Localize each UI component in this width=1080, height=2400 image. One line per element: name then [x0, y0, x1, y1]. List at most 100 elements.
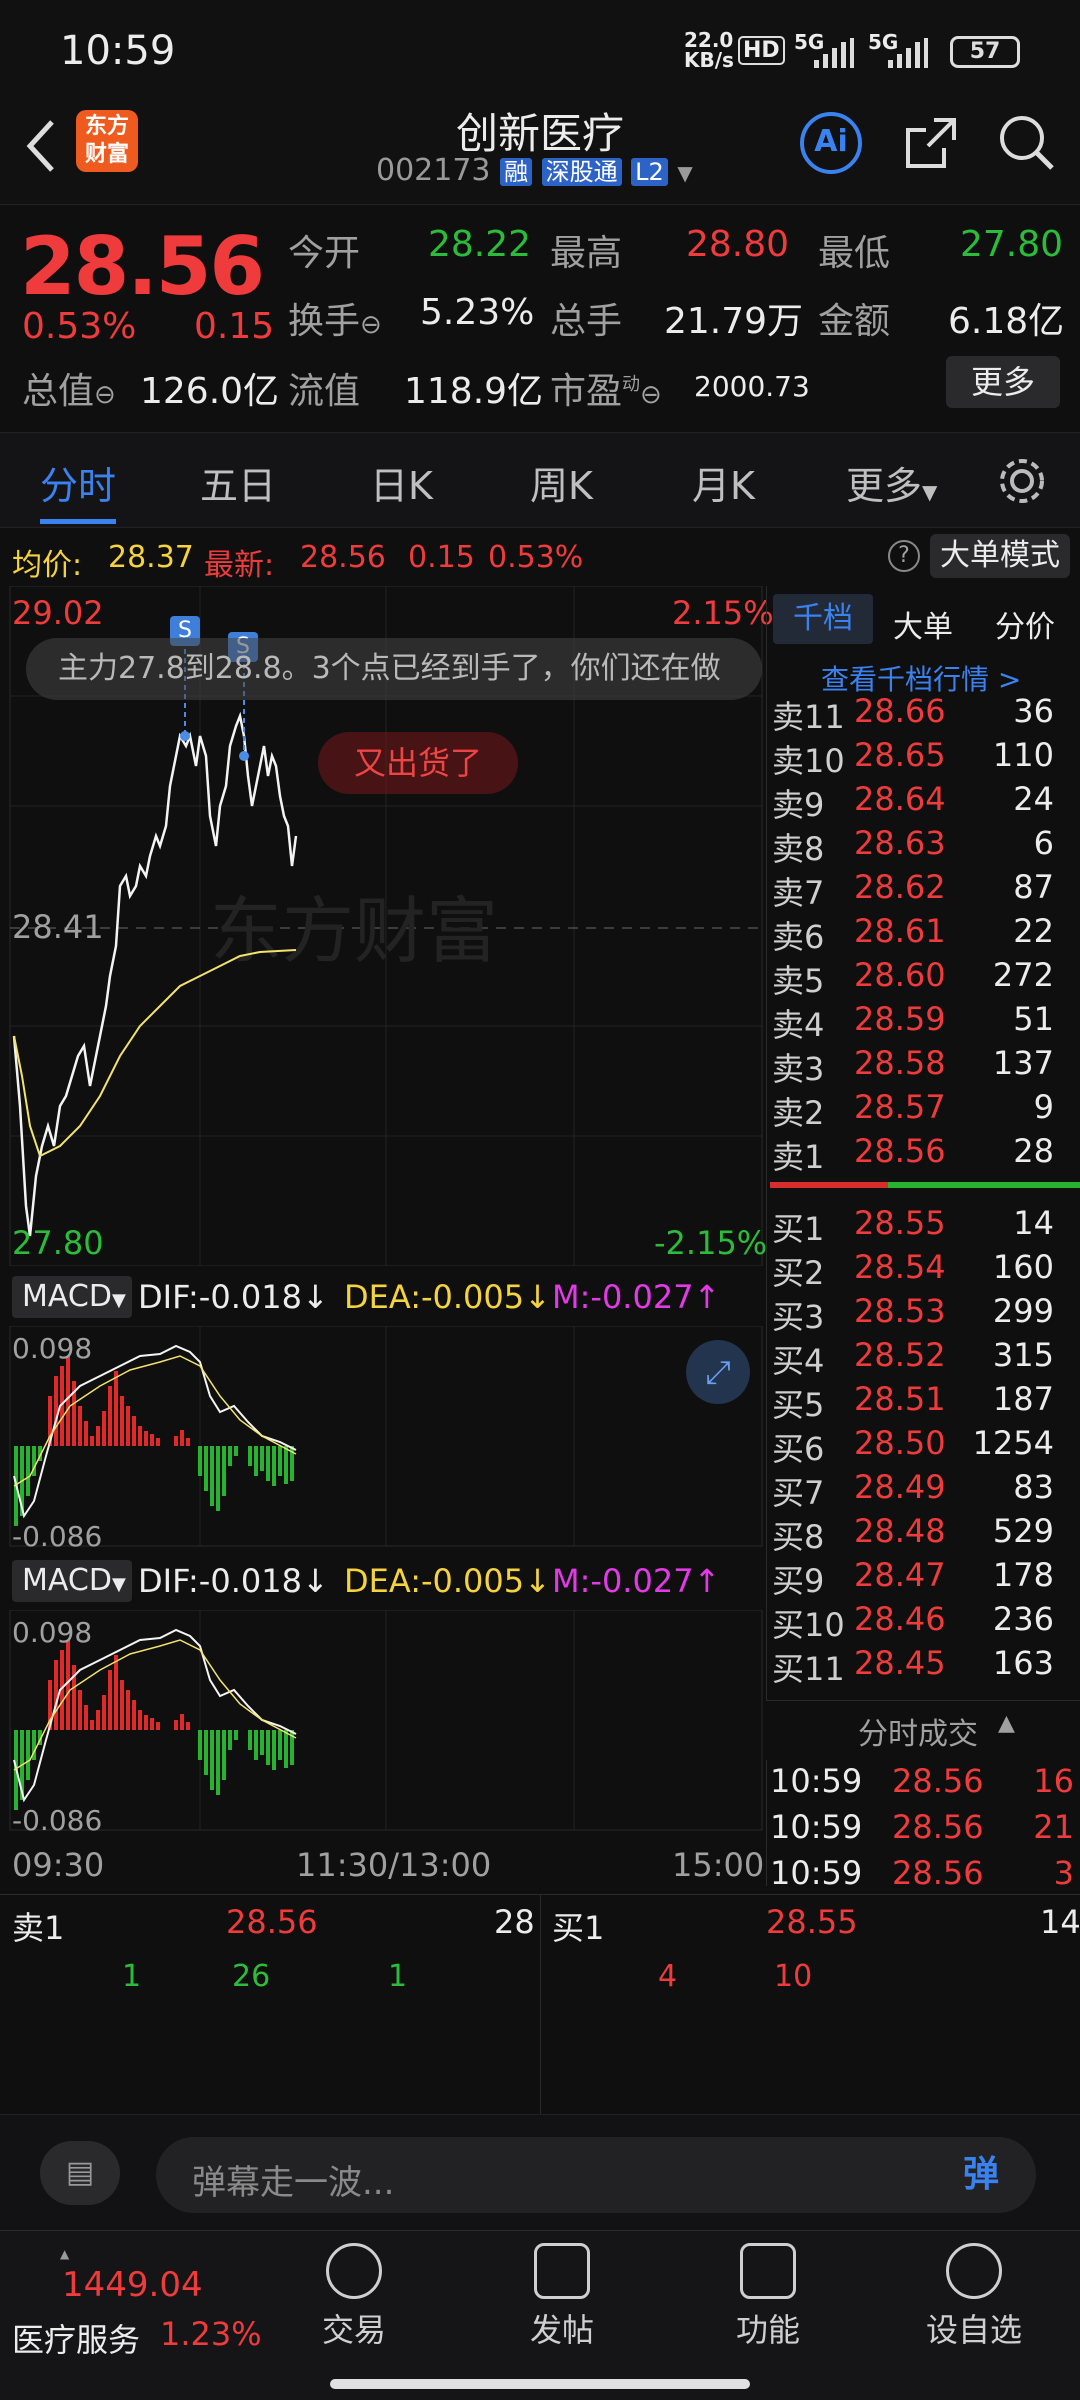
- danmu-bubble[interactable]: 又出货了: [318, 732, 518, 794]
- comment-input[interactable]: 弹幕走一波... 弹: [156, 2137, 1036, 2213]
- low-label: 最低: [818, 233, 891, 274]
- bid-volume: 236: [992, 1600, 1054, 1638]
- bid-row[interactable]: 买11 28.45 163: [768, 1644, 1080, 1688]
- time-mid: 11:30/13:00: [296, 1846, 492, 1884]
- expand-icon[interactable]: ⤢: [686, 1340, 750, 1404]
- macd-selector-1[interactable]: MACD▼: [12, 1276, 132, 1318]
- macd-selector-2[interactable]: MACD▼: [12, 1560, 132, 1602]
- macd-svg-2: [9, 1610, 763, 1831]
- danmu-toggle-icon[interactable]: ▤: [40, 2141, 120, 2205]
- ask-row[interactable]: 卖4 28.59 51: [768, 1000, 1080, 1044]
- ai-icon[interactable]: Ai: [800, 112, 862, 174]
- bid-row[interactable]: 买3 28.53 299: [768, 1292, 1080, 1336]
- trades-header[interactable]: 分时成交 ▲: [766, 1700, 1080, 1760]
- ask-row[interactable]: 卖2 28.57 9: [768, 1088, 1080, 1132]
- tab-price-dist[interactable]: 分价: [995, 602, 1055, 646]
- ask-volume: 9: [1033, 1088, 1054, 1126]
- status-bar: 10:59 22.0 KB/s HD 5G 5G 57: [0, 0, 1080, 100]
- bid-volume: 1254: [972, 1424, 1054, 1462]
- ask-row[interactable]: 卖7 28.62 87: [768, 868, 1080, 912]
- trade-time: 10:59: [770, 1854, 863, 1892]
- chart-bottom-price: 27.80: [12, 1224, 104, 1262]
- volume-label: 总手: [550, 301, 623, 342]
- more-button[interactable]: 更多: [946, 356, 1060, 408]
- settings-icon[interactable]: [996, 455, 1048, 507]
- trade-volume: 16: [1033, 1762, 1074, 1800]
- avg-value: 28.37: [108, 540, 194, 575]
- ask-level: 卖6: [772, 918, 825, 956]
- ask-row[interactable]: 卖5 28.60 272: [768, 956, 1080, 1000]
- bid-row[interactable]: 买1 28.55 14: [768, 1204, 1080, 1248]
- bid-row[interactable]: 买9 28.47 178: [768, 1556, 1080, 1600]
- trade-row: 10:59 28.56 16: [768, 1762, 1080, 1806]
- tab-depth[interactable]: 千档: [773, 594, 873, 644]
- intraday-chart[interactable]: 东方财富 S S 29.02 2.15% 28.41 27.80 -2.15% …: [0, 586, 774, 1266]
- bid-row[interactable]: 买2 28.54 160: [768, 1248, 1080, 1292]
- avg-label: 均价:: [12, 548, 83, 583]
- ask-row[interactable]: 卖6 28.61 22: [768, 912, 1080, 956]
- stock-code-row[interactable]: 002173 融 深股通 L2 ▼: [376, 152, 693, 192]
- bid-volume: 83: [1013, 1468, 1054, 1506]
- tab-underline: [40, 519, 116, 524]
- ask-row[interactable]: 卖9 28.64 24: [768, 780, 1080, 824]
- ask-volume: 6: [1033, 824, 1054, 862]
- ask-row[interactable]: 卖10 28.65 110: [768, 736, 1080, 780]
- trade-price: 28.56: [892, 1808, 984, 1846]
- ask-row[interactable]: 卖1 28.56 28: [768, 1132, 1080, 1176]
- ask-price: 28.57: [854, 1088, 946, 1126]
- time-start: 09:30: [12, 1846, 105, 1884]
- tab-big-order[interactable]: 大单: [893, 602, 953, 646]
- nav-trade[interactable]: 交易: [294, 2243, 414, 2351]
- chart-top-pct: 2.15%: [672, 594, 774, 632]
- trade-volume: 21: [1033, 1808, 1074, 1846]
- tab-5day[interactable]: 五日: [200, 455, 276, 510]
- help-icon[interactable]: ?: [888, 540, 920, 572]
- title-bar: 东方财富 创新医疗 002173 融 深股通 L2 ▼ Ai: [0, 100, 1080, 205]
- bid-row[interactable]: 买5 28.51 187: [768, 1380, 1080, 1424]
- mcap-label: 总值⊖: [22, 371, 116, 412]
- bid-level: 买2: [772, 1254, 825, 1292]
- ask-row[interactable]: 卖8 28.63 6: [768, 824, 1080, 868]
- bid-level: 买4: [772, 1342, 825, 1380]
- ask-row[interactable]: 卖3 28.58 137: [768, 1044, 1080, 1088]
- sector-index[interactable]: ▲ 1449.04 医疗服务 1.23%: [10, 2243, 262, 2373]
- open-label: 今开: [288, 233, 361, 274]
- danmu-send-icon[interactable]: 弹: [946, 2141, 1016, 2209]
- big-order-mode-button[interactable]: 大单模式: [930, 534, 1070, 578]
- danmu-message[interactable]: 主力27.8到28.8。3个点已经到手了，你们还在做: [26, 638, 762, 700]
- macd-panel-1[interactable]: MACD▼ DIF:-0.018↓ DEA:-0.005↓ M:-0.027↑ …: [0, 1270, 766, 1553]
- chart-mid-price: 28.41: [12, 908, 104, 946]
- macd-panel-2[interactable]: MACD▼ DIF:-0.018↓ DEA:-0.005↓ M:-0.027↑ …: [0, 1554, 766, 1837]
- bid-row[interactable]: 买8 28.48 529: [768, 1512, 1080, 1556]
- bid-level: 买6: [772, 1430, 825, 1468]
- ask-volume: 87: [1013, 868, 1054, 906]
- share-icon[interactable]: [900, 112, 962, 174]
- bid-row[interactable]: 买4 28.52 315: [768, 1336, 1080, 1380]
- tab-daily[interactable]: 日K: [370, 455, 433, 510]
- bid-row[interactable]: 买10 28.46 236: [768, 1600, 1080, 1644]
- more-dots-icon: [946, 2243, 1002, 2299]
- bid-volume: 163: [992, 1644, 1054, 1682]
- nav-post[interactable]: 发帖: [502, 2243, 622, 2351]
- bid-row[interactable]: 买6 28.50 1254: [768, 1424, 1080, 1468]
- ask-price: 28.64: [854, 780, 946, 818]
- tab-intraday[interactable]: 分时: [40, 455, 116, 510]
- ask-row[interactable]: 卖11 28.66 36: [768, 692, 1080, 736]
- comment-placeholder: 弹幕走一波...: [192, 2163, 395, 2203]
- tab-weekly[interactable]: 周K: [530, 455, 593, 510]
- bid-level: 买3: [772, 1298, 825, 1336]
- nav-functions[interactable]: 功能: [708, 2243, 828, 2351]
- bid-ask-ratio-bar: [770, 1182, 1080, 1188]
- bottom-nav: ▲ 1449.04 医疗服务 1.23% 交易 发帖 功能 设自选: [0, 2230, 1080, 2400]
- ask-price: 28.58: [854, 1044, 946, 1082]
- last-chg: 0.15: [408, 540, 475, 575]
- ask-price: 28.65: [854, 736, 946, 774]
- search-icon[interactable]: [996, 112, 1058, 174]
- nav-add-watchlist[interactable]: 设自选: [914, 2243, 1034, 2351]
- bid-volume: 187: [992, 1380, 1054, 1418]
- tab-monthly[interactable]: 月K: [692, 455, 755, 510]
- bid-price: 28.55: [854, 1204, 946, 1242]
- bid-price: 28.46: [854, 1600, 946, 1638]
- tab-more[interactable]: 更多▼: [846, 455, 937, 510]
- bid-row[interactable]: 买7 28.49 83: [768, 1468, 1080, 1512]
